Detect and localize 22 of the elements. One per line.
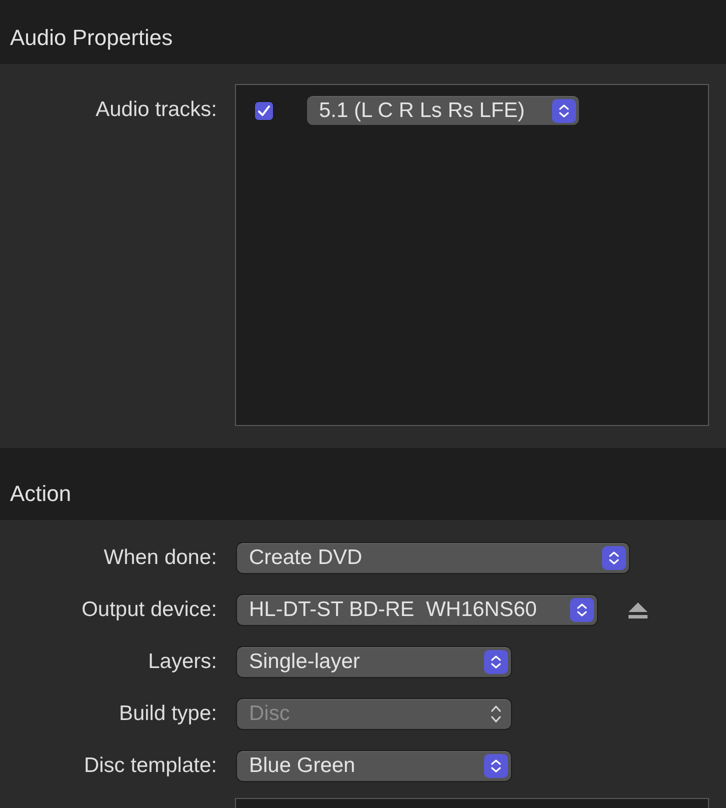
- up-down-chevron-icon: [602, 546, 626, 570]
- checkbox[interactable]: [254, 100, 274, 120]
- popup-button[interactable]: Blue Green: [236, 750, 512, 782]
- up-down-chevron-icon: [552, 98, 576, 122]
- field-label: Disc template:: [82, 753, 217, 779]
- popup-button[interactable]: Create DVD: [236, 542, 630, 574]
- field-label: When done:: [102, 545, 217, 571]
- popup-button: Disc: [236, 698, 512, 730]
- up-down-chevron-icon: [570, 598, 594, 622]
- field-label: Build type:: [118, 701, 217, 727]
- eject-icon[interactable]: [628, 602, 648, 618]
- field-label: Layers:: [147, 649, 217, 675]
- popup-button[interactable]: HL-DT-ST BD-RE WH16NS60: [236, 594, 598, 626]
- popup-button[interactable]: Single-layer: [236, 646, 512, 678]
- section-title: Action: [10, 480, 72, 508]
- up-down-chevron-icon: [484, 754, 508, 778]
- up-down-chevron-icon: [484, 650, 508, 674]
- track-format-popup[interactable]: 5.1 (L C R Ls Rs LFE): [306, 95, 580, 126]
- section-title: Audio Properties: [10, 24, 173, 52]
- field-label: Audio tracks:: [94, 97, 217, 123]
- up-down-chevron-icon: [490, 704, 502, 724]
- field-label: Output device:: [80, 597, 217, 623]
